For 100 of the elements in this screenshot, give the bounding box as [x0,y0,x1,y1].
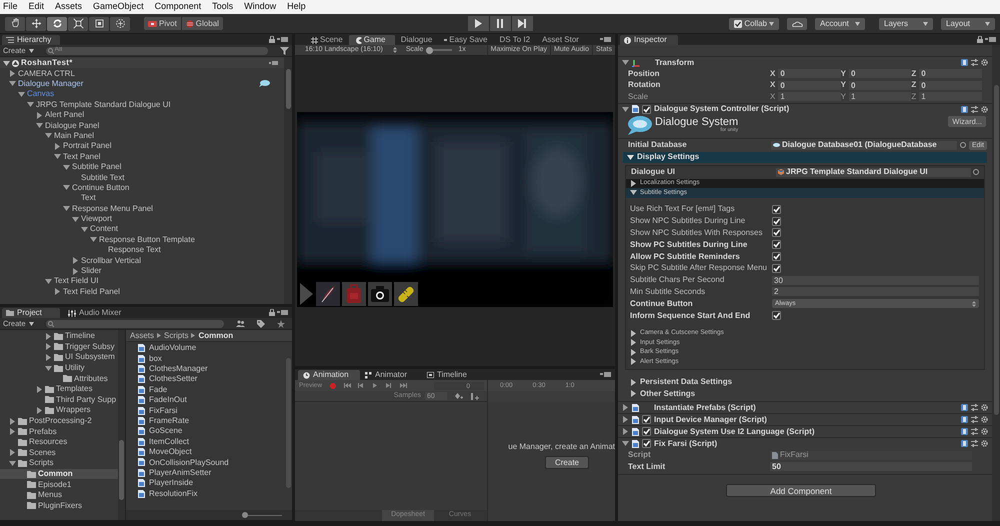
folder-row[interactable]: Attributes [0,373,118,384]
checkbox[interactable] [642,415,651,424]
disclosure-arrow-icon[interactable] [72,268,79,274]
disclosure-arrow-icon[interactable] [54,288,61,296]
folder-row[interactable]: Resources [0,436,118,448]
panel-menu-icon[interactable] [600,37,611,43]
folder-row[interactable]: Scripts [0,458,118,469]
asset-list-entry[interactable]: ResolutionFix [149,488,198,500]
object-field[interactable]: Dialogue Database01 (DialogueDatabase [771,140,957,150]
disclosure-arrow-icon[interactable] [45,132,52,140]
preset-icon[interactable] [971,416,978,424]
scale-slider[interactable] [426,46,452,54]
lock-icon[interactable] [977,36,983,43]
view-tab[interactable]: Dialogue [394,35,438,45]
feather-icon[interactable] [316,282,340,306]
global-button[interactable]: Global [182,17,223,30]
disclosure-arrow-icon[interactable] [9,80,16,88]
panel-tab[interactable]: Inspector [620,35,678,45]
panel-tab[interactable]: Hierarchy [2,35,60,45]
view-tab[interactable]: Asset Stor [536,35,585,45]
target-icon[interactable] [973,169,979,175]
help-book-icon[interactable] [961,59,968,66]
tool-button[interactable] [5,16,25,30]
panel-menu-icon[interactable] [600,372,611,378]
checkbox[interactable] [642,104,651,114]
checkbox[interactable] [772,264,781,273]
menu-item[interactable]: GameObject [93,0,144,14]
disclosure-arrow-icon[interactable] [630,390,637,398]
folder-row[interactable]: UI Subsystem [0,352,118,363]
tool-button[interactable] [47,16,67,30]
disclosure-arrow-icon[interactable] [45,278,52,285]
bandage-icon[interactable] [394,282,418,306]
tool-button[interactable] [68,16,88,30]
disclosure-arrow-icon[interactable] [45,354,52,361]
tree-item[interactable]: Response Menu Panel [72,202,153,215]
checkbox[interactable] [772,252,781,262]
row-menu-icon[interactable] [269,61,278,66]
disclosure-arrow-icon[interactable] [36,406,43,414]
disclosure-arrow-icon[interactable] [45,364,52,372]
asset-list-entry[interactable]: FixFarsi [149,404,178,417]
asset-list-entry[interactable]: ClothesManager [149,362,208,375]
panel-tab[interactable]: Timeline [422,370,472,380]
disclosure-arrow-icon[interactable] [622,59,629,66]
folder-row[interactable]: Menus [0,490,118,500]
layers-dropdown[interactable]: Layers [879,18,933,30]
tree-item[interactable]: Text Panel [63,150,100,163]
tree-item[interactable]: Text Field UI [54,275,98,288]
menu-item[interactable]: Help [287,0,306,14]
panel-tab[interactable]: Project [2,308,60,318]
disclosure-arrow-icon[interactable] [27,101,34,108]
section-header[interactable]: Display Settings [623,152,987,162]
number-field[interactable]: 0 [849,69,912,78]
disclosure-arrow-icon[interactable] [630,339,637,346]
folder-row[interactable]: Scenes [0,448,118,458]
people-icon[interactable] [236,320,245,327]
disclosure-arrow-icon[interactable] [630,358,637,366]
asset-list-entry[interactable]: Fade [149,384,168,396]
folder-row[interactable]: Trigger Subsy [0,342,118,352]
panel-tab[interactable]: Audio Mixer [60,308,130,318]
panel-menu-icon[interactable] [985,36,996,42]
folder-row[interactable]: Prefabs [0,426,118,437]
number-field[interactable]: 30 [772,276,979,285]
cloud-button[interactable] [787,18,807,30]
preset-icon[interactable] [971,59,978,66]
number-field[interactable]: 0 [919,69,982,78]
breadcrumb-link[interactable]: Common [198,330,234,342]
playback-button[interactable] [468,16,488,31]
checkbox[interactable] [772,204,781,214]
disclosure-arrow-icon[interactable] [45,343,52,350]
checkbox[interactable] [642,427,651,436]
asset-list-entry[interactable]: FrameRate [149,414,190,427]
menu-item[interactable]: File [3,0,18,14]
account-dropdown[interactable]: Account [815,18,865,30]
disclosure-arrow-icon[interactable] [63,184,70,192]
add-key-icon[interactable] [455,393,463,399]
target-icon[interactable] [960,142,966,148]
asset-list-entry[interactable]: PlayerAnimSetter [149,466,212,479]
disclosure-arrow-icon[interactable] [9,460,16,467]
breadcrumb-link[interactable]: Assets [130,330,154,342]
tree-item[interactable]: Text [81,192,96,204]
folder-row[interactable]: Third Party Supp [0,394,118,406]
disclosure-arrow-icon[interactable] [63,205,70,212]
menu-item[interactable]: Component [154,0,202,14]
tree-item[interactable]: Response Button Template [99,234,195,246]
collab-button[interactable]: Collab [729,18,779,30]
asset-list-entry[interactable]: GoScene [149,425,182,438]
lock-icon[interactable] [269,36,275,43]
number-field[interactable]: 50 [770,462,972,472]
number-field[interactable]: 0 [919,80,982,90]
panel-tab[interactable]: Animator [360,370,412,380]
tree-item[interactable]: Dialogue Panel [45,120,100,132]
create-button[interactable]: Create [545,456,589,468]
asset-list-entry[interactable]: ClothesSetter [149,373,198,386]
zoom-slider[interactable] [242,512,282,518]
disclosure-arrow-icon[interactable] [9,418,16,425]
disclosure-arrow-icon[interactable] [63,164,70,171]
menu-item[interactable]: Tools [212,0,234,14]
star-icon[interactable] [277,320,285,328]
folder-row[interactable]: PostProcessing-2 [0,416,118,426]
section-header[interactable]: Persistent Data Settings [618,376,992,388]
